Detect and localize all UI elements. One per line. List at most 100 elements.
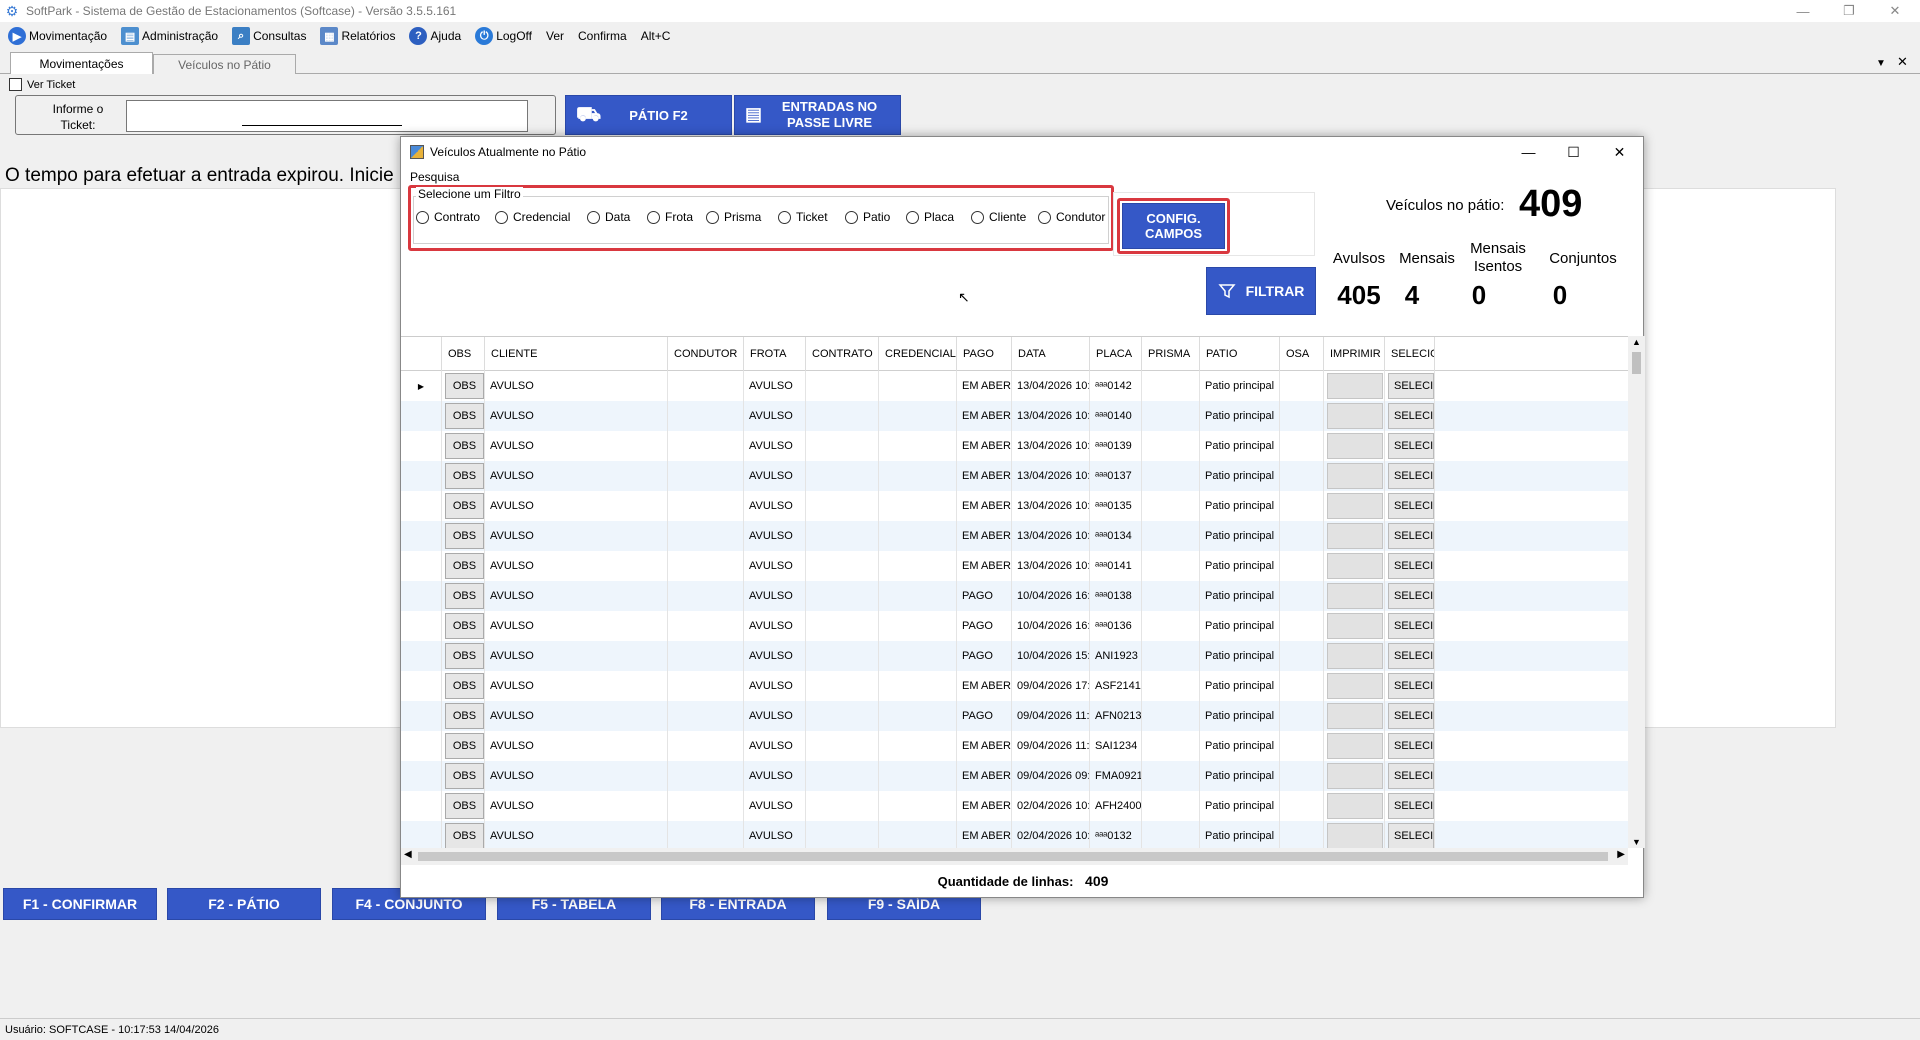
row-header[interactable] [401,641,442,671]
imprimir-button[interactable] [1327,403,1383,429]
obs-button[interactable]: OBS [445,463,484,489]
selecionar-button[interactable]: SELECIO [1388,463,1434,489]
row-header[interactable] [401,491,442,521]
radio-data[interactable]: Data [587,210,630,224]
imprimir-button[interactable] [1327,793,1383,819]
row-header[interactable]: ▶ [401,371,442,401]
ver-ticket-checkbox[interactable]: Ver Ticket [9,78,75,91]
hscroll-thumb[interactable] [418,852,1608,861]
row-header[interactable] [401,821,442,848]
radio-condutor[interactable]: Condutor [1038,210,1105,224]
table-row[interactable]: OBSAVULSOAVULSOEM ABERTO13/04/2026 10:29… [401,401,1628,431]
tab-veiculos-patio[interactable]: Veículos no Pátio [153,54,296,74]
table-row[interactable]: OBSAVULSOAVULSOEM ABERTO13/04/2026 10:26… [401,461,1628,491]
checkbox-box[interactable] [9,78,22,91]
col-header-cliente[interactable]: CLIENTE [485,337,668,371]
row-header[interactable] [401,401,442,431]
obs-button[interactable]: OBS [445,553,484,579]
table-row[interactable]: OBSAVULSOAVULSOPAGO10/04/2026 16:20ᵃᵃᵃ01… [401,611,1628,641]
table-row[interactable]: OBSAVULSOAVULSOEM ABERTO13/04/2026 10:21… [401,521,1628,551]
col-header-data[interactable]: DATA [1012,337,1090,371]
table-row[interactable]: ▶OBSAVULSOAVULSOEM ABERTO13/04/2026 10:3… [401,371,1628,401]
col-header-selecionar[interactable]: SELECIO [1385,337,1435,371]
radio-circle[interactable] [495,210,508,224]
restore-icon[interactable]: ❐ [1826,0,1872,22]
col-header-placa[interactable]: PLACA [1090,337,1142,371]
row-header[interactable] [401,791,442,821]
obs-button[interactable]: OBS [445,703,484,729]
patio-f2-button[interactable]: ⛟ PÁTIO F2 [565,95,732,135]
row-header[interactable] [401,611,442,641]
imprimir-button[interactable] [1327,613,1383,639]
col-header-credencial[interactable]: CREDENCIAL [879,337,957,371]
radio-circle[interactable] [971,210,984,224]
imprimir-button[interactable] [1327,673,1383,699]
minimize-icon[interactable]: — [1780,0,1826,22]
selecionar-button[interactable]: SELECIO [1388,793,1434,819]
table-row[interactable]: OBSAVULSOAVULSOEM ABERTO02/04/2026 10:29… [401,791,1628,821]
imprimir-button[interactable] [1327,703,1383,729]
col-header-patio[interactable]: PATIO [1200,337,1280,371]
radio-circle[interactable] [647,210,660,224]
table-row[interactable]: OBSAVULSOAVULSOEM ABERTO09/04/2026 11:30… [401,731,1628,761]
dialog-maximize-icon[interactable]: ☐ [1551,137,1596,167]
imprimir-button[interactable] [1327,373,1383,399]
table-row[interactable]: OBSAVULSOAVULSOPAGO10/04/2026 16:40ᵃᵃᵃ01… [401,581,1628,611]
vscroll-thumb[interactable] [1632,352,1641,374]
row-header[interactable] [401,581,442,611]
selecionar-button[interactable]: SELECIO [1388,643,1434,669]
config-campos-button[interactable]: CONFIG. CAMPOS [1122,203,1225,249]
radio-placa[interactable]: Placa [906,210,954,224]
selecionar-button[interactable]: SELECIO [1388,553,1434,579]
row-header[interactable] [401,671,442,701]
obs-button[interactable]: OBS [445,523,484,549]
horizontal-scrollbar[interactable]: ◀ ▶ [401,848,1628,865]
radio-circle[interactable] [416,210,429,224]
radio-frota[interactable]: Frota [647,210,693,224]
row-header[interactable] [401,521,442,551]
selecionar-button[interactable]: SELECIO [1388,583,1434,609]
obs-button[interactable]: OBS [445,613,484,639]
radio-ticket[interactable]: Ticket [778,210,828,224]
row-header[interactable] [401,551,442,581]
menu-confirma[interactable]: Confirma [578,29,627,43]
row-header[interactable] [401,461,442,491]
selecionar-button[interactable]: SELECIO [1388,403,1434,429]
selecionar-button[interactable]: SELECIO [1388,763,1434,789]
col-header-contrato[interactable]: CONTRATO [806,337,879,371]
radio-contrato[interactable]: Contrato [416,210,480,224]
selecionar-button[interactable]: SELECIO [1388,823,1434,848]
scroll-right-icon[interactable]: ▶ [1617,849,1625,860]
table-row[interactable]: OBSAVULSOAVULSOPAGO10/04/2026 15:59ANI19… [401,641,1628,671]
table-row[interactable]: OBSAVULSOAVULSOEM ABERTO09/04/2026 17:28… [401,671,1628,701]
menu-logoff[interactable]: ⏻ LogOff [475,27,532,45]
selecionar-button[interactable]: SELECIO [1388,703,1434,729]
obs-button[interactable]: OBS [445,793,484,819]
radio-patio[interactable]: Patio [845,210,890,224]
tab-movimentacoes[interactable]: Movimentações [10,52,153,74]
radio-credencial[interactable]: Credencial [495,210,570,224]
table-row[interactable]: OBSAVULSOAVULSOEM ABERTO13/04/2026 10:19… [401,551,1628,581]
menu-altc[interactable]: Alt+C [641,29,671,43]
imprimir-button[interactable] [1327,583,1383,609]
table-row[interactable]: OBSAVULSOAVULSOPAGO09/04/2026 11:35AFN02… [401,701,1628,731]
table-row[interactable]: OBSAVULSOAVULSOEM ABERTO02/04/2026 10:07… [401,821,1628,848]
obs-button[interactable]: OBS [445,643,484,669]
scroll-left-icon[interactable]: ◀ [404,849,412,860]
menu-consultas[interactable]: ⌕ Consultas [232,27,306,45]
menu-relatorios[interactable]: ▦ Relatórios [320,27,395,45]
selecionar-button[interactable]: SELECIO [1388,613,1434,639]
radio-circle[interactable] [845,210,858,224]
obs-button[interactable]: OBS [445,583,484,609]
filtrar-button[interactable]: FILTRAR [1206,267,1316,315]
obs-button[interactable]: OBS [445,373,484,399]
obs-button[interactable]: OBS [445,763,484,789]
selecionar-button[interactable]: SELECIO [1388,733,1434,759]
row-header[interactable] [401,731,442,761]
ticket-input[interactable] [126,100,528,132]
row-header[interactable] [401,431,442,461]
imprimir-button[interactable] [1327,523,1383,549]
f1-confirmar-button[interactable]: F1 - CONFIRMAR [3,888,157,920]
col-header-prisma[interactable]: PRISMA [1142,337,1200,371]
scroll-up-icon[interactable]: ▲ [1632,337,1641,347]
